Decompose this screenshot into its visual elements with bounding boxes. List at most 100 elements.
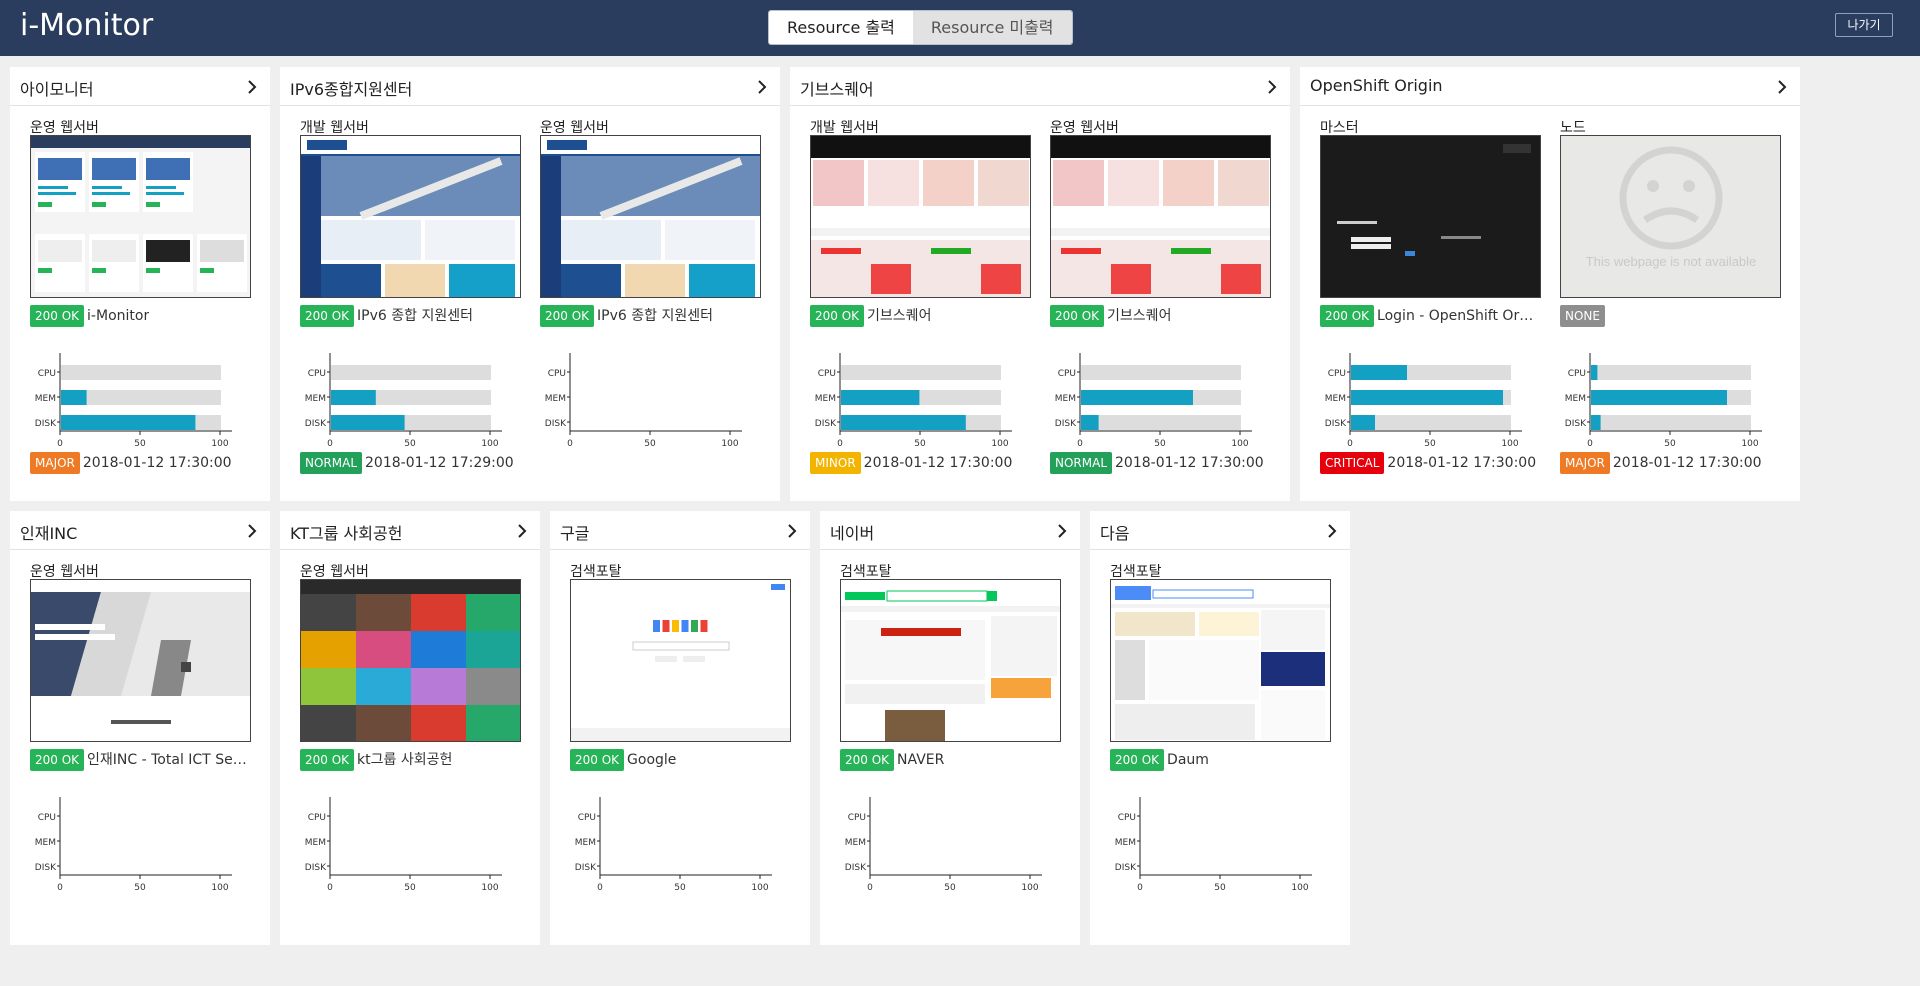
resource-chart: CPU MEM DISK0 50 100 — [1055, 353, 1252, 449]
screenshot-image — [1321, 136, 1540, 297]
resource-label: MEM — [1115, 838, 1136, 848]
site-panel: 다음 검색포탈 200 OK Daum CPU MEM DISK 0 50 100 — [1090, 511, 1350, 945]
x-tick-label: 50 — [134, 883, 146, 893]
panel-header[interactable]: 아이모니터 — [10, 67, 270, 106]
resource-chart: CPU MEM DISK0 50 100 — [1565, 353, 1762, 449]
http-status-row: 200 OK IPv6 종합 지원센터 — [540, 305, 762, 327]
x-tick-label: 100 — [1741, 439, 1758, 449]
x-tick-label: 100 — [1501, 439, 1518, 449]
x-tick-label: 100 — [481, 883, 498, 893]
x-tick-label: 0 — [837, 439, 843, 449]
resource-label: DISK — [305, 419, 327, 429]
screenshot-image — [301, 580, 520, 741]
site-screenshot[interactable] — [30, 579, 251, 742]
panel-header[interactable]: 네이버 — [820, 511, 1080, 550]
panel-header[interactable]: 인재INC — [10, 511, 270, 550]
chevron-right-icon[interactable] — [1774, 79, 1790, 95]
mem-bar — [331, 390, 376, 405]
server-label: 마스터 — [1320, 120, 1359, 136]
panel-header[interactable]: IPv6종합지원센터 — [280, 67, 780, 106]
app-logo[interactable]: i-Monitor — [20, 8, 153, 43]
panel-header[interactable]: 기브스퀘어 — [790, 67, 1290, 106]
resource-label: CPU — [38, 369, 56, 379]
site-screenshot[interactable] — [540, 135, 761, 298]
x-tick-label: 0 — [57, 883, 63, 893]
chevron-right-icon[interactable] — [1324, 523, 1340, 539]
server-card: 개발 웹서버 200 OK 기브스퀘어 CPU MEM DISK 0 50 100 MINOR 20… — [810, 117, 1032, 497]
http-status-row: 200 OK NAVER — [840, 749, 1062, 771]
cpu-bar — [1351, 365, 1407, 380]
panel-header[interactable]: 다음 — [1090, 511, 1350, 550]
chevron-right-icon[interactable] — [1264, 79, 1280, 95]
mem-bar — [61, 390, 87, 405]
alarm-row: MAJOR 2018-01-12 17:30:00 — [1560, 452, 1762, 474]
site-screenshot[interactable] — [1320, 135, 1541, 298]
x-tick-label: 100 — [211, 439, 228, 449]
mem-bar — [1081, 390, 1193, 405]
site-screenshot[interactable] — [300, 135, 521, 298]
server-label: 검색포탈 — [840, 564, 892, 580]
site-screenshot[interactable] — [1050, 135, 1271, 298]
resource-label: CPU — [848, 813, 866, 823]
resource-label: MEM — [845, 838, 866, 848]
chevron-right-icon[interactable] — [514, 523, 530, 539]
site-screenshot[interactable] — [1110, 579, 1331, 742]
chevron-right-icon[interactable] — [1054, 523, 1070, 539]
x-tick-label: 50 — [674, 883, 686, 893]
site-title: Daum — [1167, 752, 1209, 768]
x-tick-label: 0 — [327, 439, 333, 449]
resource-label: CPU — [1118, 813, 1136, 823]
x-tick-label: 50 — [404, 439, 416, 449]
site-screenshot[interactable] — [30, 135, 251, 298]
chevron-right-icon[interactable] — [244, 79, 260, 95]
resource-label: MEM — [305, 838, 326, 848]
chevron-right-icon[interactable] — [784, 523, 800, 539]
http-status-row: 200 OK 기브스퀘어 — [810, 305, 1032, 327]
disk-bar — [1591, 415, 1601, 430]
resource-label: CPU — [308, 813, 326, 823]
x-tick-label: 100 — [481, 439, 498, 449]
chevron-right-icon[interactable] — [754, 79, 770, 95]
http-status-badge: 200 OK — [570, 749, 625, 771]
alarm-row: NORMAL 2018-01-12 17:30:00 — [1050, 452, 1264, 474]
site-screenshot[interactable] — [570, 579, 791, 742]
chevron-right-icon[interactable] — [244, 523, 260, 539]
resource-label: CPU — [818, 369, 836, 379]
resource-chart: CPU MEM DISK0 50 100 — [1325, 353, 1522, 449]
panel-title: 아이모니터 — [20, 80, 94, 99]
resource-label: DISK — [35, 419, 57, 429]
server-label: 운영 웹서버 — [300, 564, 369, 580]
http-status-badge: NONE — [1560, 305, 1605, 327]
alarm-row: NORMAL 2018-01-12 17:29:00 — [300, 452, 514, 474]
screenshot-image: This webpage is not available — [1561, 136, 1780, 297]
resource-label: MEM — [1565, 394, 1586, 404]
site-title: kt그룹 사회공헌 — [357, 752, 453, 768]
x-tick-label: 0 — [567, 439, 573, 449]
site-screenshot[interactable] — [300, 579, 521, 742]
site-title: NAVER — [897, 752, 945, 768]
http-status-row: 200 OK i-Monitor — [30, 305, 252, 327]
panel-header[interactable]: 구글 — [550, 511, 810, 550]
resource-hide-button[interactable]: Resource 미출력 — [912, 11, 1072, 44]
alarm-level-badge: NORMAL — [1050, 452, 1113, 474]
site-screenshot[interactable]: This webpage is not available — [1560, 135, 1781, 298]
exit-button[interactable]: 나가기 — [1835, 13, 1893, 37]
server-card: 운영 웹서버 200 OK 기브스퀘어 CPU MEM DISK 0 50 100 NORMAL 2… — [1050, 117, 1272, 497]
resource-show-button[interactable]: Resource 출력 — [769, 11, 913, 44]
mem-bar — [841, 390, 920, 405]
site-panel: OpenShift Origin 마스터 200 OK Login - OpenShi… — [1300, 67, 1800, 501]
resource-label: DISK — [815, 419, 837, 429]
screenshot-image — [1111, 580, 1330, 741]
x-tick-label: 50 — [404, 883, 416, 893]
cpu-track — [1591, 365, 1751, 380]
panel-title: 기브스퀘어 — [800, 80, 874, 99]
resource-chart: CPU MEM DISK0 50 100 — [35, 353, 232, 449]
site-screenshot[interactable] — [840, 579, 1061, 742]
panel-header[interactable]: OpenShift Origin — [1300, 67, 1800, 106]
server-card: 검색포탈 200 OK Daum CPU MEM DISK 0 50 100 — [1110, 561, 1332, 941]
site-screenshot[interactable] — [810, 135, 1031, 298]
panel-header[interactable]: KT그룹 사회공헌 — [280, 511, 540, 550]
x-tick-label: 0 — [1347, 439, 1353, 449]
server-card: 운영 웹서버 200 OK i-Monitor CPU MEM DISK 0 50 100 MAJ… — [30, 117, 252, 497]
http-status-badge: 200 OK — [1320, 305, 1375, 327]
